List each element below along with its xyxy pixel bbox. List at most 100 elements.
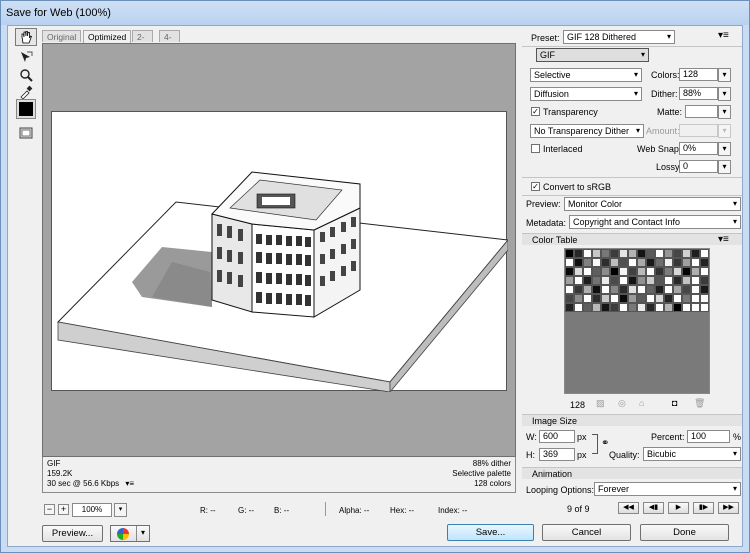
zoom-tool-icon[interactable] [15,66,37,84]
color-swatch[interactable] [700,303,709,312]
color-swatch[interactable] [664,249,673,258]
last-frame-button[interactable]: ▶▶ [718,502,739,514]
map-to-transparent-icon[interactable]: ▨ [596,398,605,409]
download-speed-menu-icon[interactable]: ▾≡ [125,479,134,488]
new-color-icon[interactable]: ◘ [672,398,677,408]
chevron-down-icon[interactable]: ▾ [136,526,149,541]
color-table-menu-icon[interactable]: ▾≡ [718,234,729,245]
eyedropper-tool-icon[interactable] [15,83,37,101]
color-swatch[interactable] [574,303,583,312]
zoom-in-button[interactable]: + [58,504,69,515]
color-swatch[interactable] [700,249,709,258]
preset-select[interactable]: GIF 128 Dithered [563,30,675,44]
color-swatch[interactable] [682,249,691,258]
dither-algorithm-select[interactable]: Diffusion [530,87,642,101]
color-swatch[interactable] [673,294,682,303]
color-swatch[interactable] [574,285,583,294]
hand-tool-icon[interactable] [15,28,37,46]
convert-srgb-checkbox[interactable]: ✓ [531,182,540,191]
color-swatch[interactable] [619,294,628,303]
toggle-slices-visibility-icon[interactable] [15,124,37,142]
color-swatch[interactable] [682,276,691,285]
color-swatch[interactable] [664,267,673,276]
matte-field[interactable] [685,105,718,118]
color-swatch[interactable] [655,285,664,294]
color-swatch[interactable] [664,276,673,285]
color-swatch[interactable] [583,249,592,258]
color-swatch[interactable] [619,267,628,276]
first-frame-button[interactable]: ◀◀ [618,502,639,514]
color-swatch[interactable] [592,249,601,258]
color-swatch[interactable] [574,249,583,258]
color-swatch[interactable] [700,276,709,285]
color-swatch[interactable] [700,267,709,276]
color-swatch[interactable] [574,294,583,303]
color-swatch[interactable] [637,276,646,285]
color-swatch[interactable] [592,267,601,276]
lossy-slider-button[interactable]: ▾ [718,160,731,174]
color-swatch[interactable] [592,303,601,312]
color-swatch[interactable] [691,294,700,303]
zoom-dropdown-button[interactable]: ▾ [114,503,127,517]
color-swatch[interactable] [610,276,619,285]
color-swatch[interactable] [601,285,610,294]
color-swatch[interactable] [682,285,691,294]
play-button[interactable]: ▶ [668,502,689,514]
color-swatch[interactable] [592,276,601,285]
color-swatch[interactable] [628,267,637,276]
color-swatch[interactable] [700,294,709,303]
color-swatch[interactable] [682,303,691,312]
color-swatch[interactable] [610,285,619,294]
color-swatch[interactable] [583,285,592,294]
color-swatch[interactable] [664,303,673,312]
color-swatch[interactable] [664,294,673,303]
color-swatch[interactable] [565,294,574,303]
color-swatch[interactable] [610,303,619,312]
save-button[interactable]: Save... [447,524,534,541]
color-swatch[interactable] [583,303,592,312]
color-swatch[interactable] [601,267,610,276]
websnap-field[interactable]: 0% [679,142,718,155]
color-swatch[interactable] [655,249,664,258]
quality-select[interactable]: Bicubic [643,447,741,461]
color-swatch[interactable] [682,294,691,303]
color-swatch[interactable] [646,303,655,312]
color-swatch[interactable] [565,285,574,294]
previous-frame-button[interactable]: ◀▮ [643,502,664,514]
color-swatch[interactable] [574,258,583,267]
color-swatch[interactable] [655,303,664,312]
color-swatch[interactable] [655,276,664,285]
color-swatch[interactable] [691,249,700,258]
color-swatch[interactable] [637,285,646,294]
metadata-select[interactable]: Copyright and Contact Info [569,215,741,229]
eyedropper-color-swatch[interactable] [16,99,36,119]
color-swatch[interactable] [673,258,682,267]
optimize-menu-icon[interactable]: ▾≡ [718,30,729,41]
color-swatch[interactable] [610,267,619,276]
color-swatch[interactable] [592,258,601,267]
percent-field[interactable]: 100 [687,430,730,443]
zoom-out-button[interactable]: − [44,504,55,515]
dither-field[interactable]: 88% [679,87,718,100]
color-swatch[interactable] [619,249,628,258]
color-swatch[interactable] [682,258,691,267]
color-swatch[interactable] [664,258,673,267]
color-swatch[interactable] [601,303,610,312]
color-swatch[interactable] [610,294,619,303]
color-swatch[interactable] [601,249,610,258]
color-swatch[interactable] [655,258,664,267]
color-reduction-select[interactable]: Selective [530,68,642,82]
color-swatch[interactable] [574,276,583,285]
color-swatch[interactable] [700,258,709,267]
next-frame-button[interactable]: ▮▶ [693,502,714,514]
color-swatch[interactable] [673,303,682,312]
color-swatch[interactable] [637,249,646,258]
color-swatch[interactable] [637,258,646,267]
color-swatch[interactable] [565,258,574,267]
constrain-proportions-icon[interactable]: ⚭ [601,438,609,449]
color-swatch[interactable] [673,267,682,276]
browser-preview-select[interactable]: ▾ [110,525,150,542]
color-swatch[interactable] [637,267,646,276]
color-swatch[interactable] [664,285,673,294]
color-swatch[interactable] [691,276,700,285]
